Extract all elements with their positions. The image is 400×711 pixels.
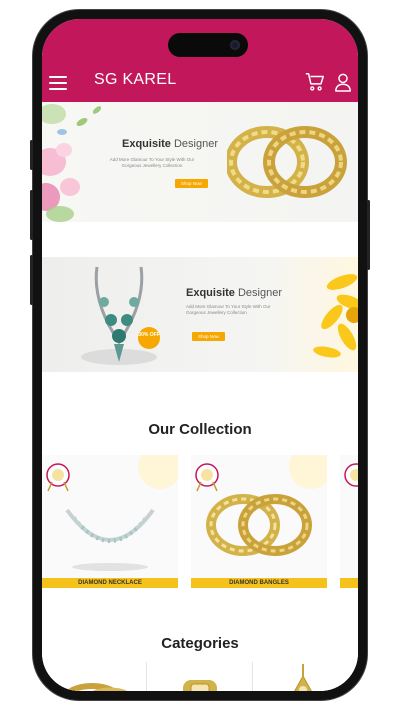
phone-volume-down-button [30, 255, 33, 305]
ring-image [66, 683, 128, 691]
camera-icon [230, 40, 240, 50]
phone-volume-up-button [30, 190, 33, 240]
categories-heading: Categories [161, 635, 239, 652]
app-title: SG KAREL [94, 71, 177, 88]
collection-card-label: DIAMOND BANGLES [191, 578, 327, 588]
banner-title-bold: Exquisite [122, 138, 171, 150]
user-icon[interactable] [334, 72, 352, 92]
necklace-image [81, 266, 157, 365]
app-bar: SG KAREL [42, 19, 358, 102]
home-content: Exquisite Designer Add More Glamour To Y… [42, 102, 358, 691]
category-item[interactable] [147, 662, 253, 691]
banner-subtitle: Add More Glamour To Your Style With Our … [186, 304, 271, 315]
gold-bangles-image [227, 126, 347, 198]
cart-icon[interactable] [304, 71, 326, 93]
banner-subtitle: Add More Glamour To Your Style With Our … [109, 157, 195, 168]
dynamic-island [168, 33, 248, 57]
banner-title-light: Designer [170, 138, 218, 150]
promo-banner[interactable]: Exquisite Designer Add More Glamour To Y… [42, 102, 358, 222]
our-collection-heading: Our Collection [148, 421, 252, 438]
category-item[interactable] [253, 662, 358, 691]
collection-card-label: DIAMOND NECKLACE [42, 578, 178, 588]
collection-card-diamond-necklace[interactable]: DIAMOND NECKLACE [42, 455, 178, 588]
brand-logo-icon [344, 463, 358, 487]
collection-card-label [340, 578, 358, 588]
flowers-illustration [42, 104, 102, 222]
discount-badge: 30% OFF [138, 327, 160, 349]
shop-now-button[interactable]: Shop Now [175, 179, 208, 188]
menu-icon[interactable] [49, 76, 67, 90]
phone-side-button [30, 140, 33, 170]
phone-power-button [367, 200, 370, 270]
phone-frame: SG KAREL Exquisite Designer Add More Gla… [30, 10, 370, 700]
necklace-image [46, 455, 178, 571]
pendant-image [294, 664, 312, 691]
shop-now-button[interactable]: Shop Now [192, 332, 225, 341]
sunflower-illustration [313, 274, 358, 358]
ring-image [183, 680, 217, 691]
promo-banner[interactable]: 30% OFF Exquisite Designer Add More Glam… [42, 257, 358, 372]
collection-card-partial[interactable] [340, 455, 358, 588]
phone-screen: SG KAREL Exquisite Designer Add More Gla… [42, 19, 358, 691]
category-item[interactable] [42, 662, 147, 691]
collection-card-diamond-bangles[interactable]: DIAMOND BANGLES [191, 455, 327, 588]
bangles-image [195, 455, 327, 556]
banner-title-bold: Exquisite [186, 287, 235, 299]
banner-title-light: Designer [234, 287, 282, 299]
